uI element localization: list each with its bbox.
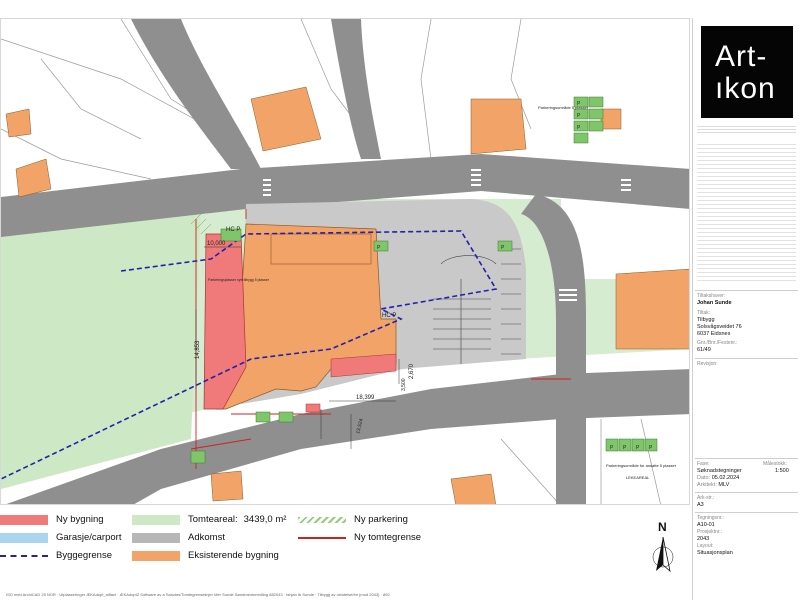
legend-tomteareal-value: 3439,0 m² [243,514,287,525]
divider [695,358,798,359]
tegning-label: Tegningsnr.: [697,515,724,521]
legend-text-garasje: Garasje/carport [56,532,122,543]
legend-garasje: Garasje/carport [0,532,121,543]
prosjekt-value: 2043 [697,536,710,542]
hc-parking-label-2: HC P [382,313,396,319]
legend-text-tomteareal: Tomteareal: [188,514,238,525]
legend-byggegrense: Byggegrense [0,550,112,561]
malestokk-label: Målestokk: [763,461,787,467]
north-letter: N [658,520,667,534]
tiltak-label: Tiltak: [697,310,711,316]
arkitekt-value: MLV [718,482,730,488]
garage-note: Parkeringsplasser nytt tilbygg 5 plasser [208,278,270,282]
notes-text [697,144,796,284]
dim-14853: 14,853 [195,340,201,359]
legend-tomteareal: Tomteareal: 3439,0 m² [132,514,286,525]
artikon-logo: Art- ıkon [701,26,793,118]
legend-swatch-adkomst [132,532,180,543]
tiltak-value: Tilbygg [697,317,715,323]
logo-line-1: Art- [715,40,768,73]
logo-line-2: ıkon [715,72,776,105]
legend-swatch-tomteareal [132,514,180,525]
legend-text-ny-parkering: Ny parkering [354,514,408,525]
site-plan-sheet: 10,000 14,853 18,399 2,670 3,500 13,524 … [0,0,800,600]
legend-eksisterende: Eksisterende bygning [132,550,279,561]
dato-label: Dato: [697,475,711,481]
dato-row: Dato: 05.02.2024 [697,475,739,481]
legend-ny-bygning: Ny bygning [0,514,104,525]
footer-text: ISO med ArchiCAD 25 NOR · Utplasseringer… [6,592,390,597]
legend-ny-tomtegrense: Ny tomtegrense [298,532,421,543]
layout-value: Situasjonsplan [697,550,733,556]
legend-text-adkomst: Adkomst [188,532,225,543]
legend-swatch-byggegrense [0,554,48,557]
divider [695,492,798,493]
dim-3500: 3,500 [401,378,407,391]
legend-swatch-ny-parkering [298,516,346,523]
tiltakshaver-label: Tiltakshaver: [697,293,726,299]
revisjon-label: Revisjon: [697,361,718,367]
fase-value: Søknadstegninger [697,468,742,474]
address-line-1: Solsvågsveidet 76 [697,324,742,330]
legend-adkomst: Adkomst [132,532,225,543]
map-legend: Ny bygning Garasje/carport Byggegrense T… [0,510,690,570]
legend-text-eksisterende: Eksisterende bygning [188,550,279,561]
ark-str-label: Ark-str.: [697,495,715,501]
layout-label: Layout: [697,543,714,549]
tegning-value: A10-01 [697,522,715,528]
tiltakshaver-value: Johan Sunde [697,300,732,306]
north-arrow: N [650,520,680,575]
divider [695,458,798,459]
address-line-2: 6037 Eidsnes [697,331,731,337]
new-building-small [305,403,321,413]
divider [695,512,798,513]
legend-swatch-eksisterende [132,550,180,561]
hc-parking-label-1: HC P [226,227,240,233]
dim-18399: 18,399 [356,395,375,401]
dim-2670: 2,670 [409,363,415,379]
gnr-label: Gnr./Bnr./Festenr.: [697,340,738,346]
north-arrow-icon [652,536,674,573]
legend-swatch-garasje [0,532,48,543]
prosjekt-label: Prosjektnr.: [697,529,723,535]
lekeareal-label: LEKEAREAL [626,475,650,480]
legend-text-ny-tomtegrense: Ny tomtegrense [354,532,422,543]
legend-swatch-ny-tomtegrense [298,536,346,539]
arkitekt-row: Arkitekt: MLV [697,482,729,488]
ark-str-value: A3 [697,502,704,508]
site-map: 10,000 14,853 18,399 2,670 3,500 13,524 … [0,18,690,505]
legend-text-ny-bygning: Ny bygning [56,514,104,525]
arkitekt-label: Arkitekt: [697,482,717,488]
dato-value: 05.02.2024 [711,475,740,481]
parking-area-top-label: Parkeringsområde 5 plasser [538,105,589,110]
malestokk-value: 1:500 [775,468,789,474]
parking-area-bottom-label: Parkeringsområde for ansatte 5 plasser [606,463,677,468]
legend-swatch-ny-bygning [0,514,48,525]
legend-ny-parkering: Ny parkering [298,514,408,525]
dim-10000: 10,000 [207,241,226,247]
fase-label: Fase: [697,461,710,467]
title-block: Art- ıkon Tiltakshaver: Johan Sunde Tilt… [692,18,800,600]
company-info-text [697,126,796,134]
gnr-value: 61/49 [697,347,711,353]
site-map-drawing: 10,000 14,853 18,399 2,670 3,500 13,524 … [1,19,689,504]
divider [695,290,798,291]
legend-text-byggegrense: Byggegrense [56,550,112,561]
